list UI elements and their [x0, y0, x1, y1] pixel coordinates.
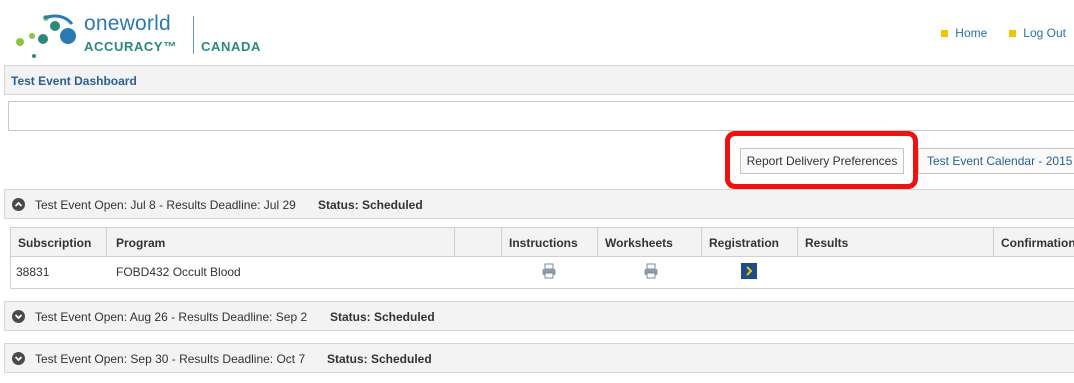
- col-results: Results: [805, 236, 849, 250]
- home-link-label: Home: [955, 26, 988, 40]
- logout-link-label: Log Out: [1023, 26, 1066, 40]
- test-event-row[interactable]: Test Event Open: Aug 26 - Results Deadli…: [4, 301, 1074, 331]
- logo-wordmark: oneworld: [84, 12, 171, 35]
- col-instructions: Instructions: [509, 236, 578, 250]
- logo-canada: CANADA: [201, 39, 261, 54]
- col-divider: [797, 228, 798, 257]
- event-dates: Test Event Open: Jul 8 - Results Deadlin…: [35, 198, 296, 212]
- status-badge: Status: Scheduled: [318, 198, 423, 212]
- program-name: FOBD432 Occult Blood: [116, 265, 241, 279]
- event-dates: Test Event Open: Sep 30 - Results Deadli…: [35, 352, 306, 366]
- message-box: [8, 101, 1074, 131]
- test-event-row[interactable]: Test Event Open: Sep 30 - Results Deadli…: [4, 343, 1074, 373]
- expand-toggle-icon[interactable]: [12, 310, 25, 323]
- event-dates: Test Event Open: Aug 26 - Results Deadli…: [35, 310, 308, 324]
- col-worksheets: Worksheets: [605, 236, 673, 250]
- bullet-icon: [941, 29, 949, 37]
- col-divider: [454, 228, 455, 257]
- home-link[interactable]: Home: [941, 26, 987, 40]
- top-nav: Home Log Out: [941, 26, 1066, 40]
- table-header: Subscription Program Instructions Worksh…: [11, 228, 1074, 257]
- oneworld-accuracy-logo[interactable]: oneworld ACCURACY™ CANADA: [10, 6, 280, 62]
- logo-divider: [193, 16, 194, 54]
- highlight-annotation: [725, 131, 918, 189]
- col-program: Program: [116, 236, 166, 250]
- subscription-table: Subscription Program Instructions Worksh…: [10, 227, 1074, 289]
- col-divider: [597, 228, 598, 257]
- printer-icon[interactable]: [541, 263, 557, 279]
- site-header: oneworld ACCURACY™ CANADA Home Log Out: [0, 0, 1074, 64]
- col-divider: [501, 228, 502, 257]
- subscription-id: 38831: [16, 265, 50, 279]
- col-divider: [106, 228, 107, 257]
- collapse-toggle-icon[interactable]: [12, 198, 25, 211]
- expand-toggle-icon[interactable]: [12, 352, 25, 365]
- logo-accuracy: ACCURACY™: [84, 39, 177, 54]
- status-badge: Status: Scheduled: [327, 352, 432, 366]
- col-subscription: Subscription: [18, 236, 92, 250]
- col-registration: Registration: [709, 236, 780, 250]
- bullet-icon: [1009, 29, 1017, 37]
- test-event-row[interactable]: Test Event Open: Jul 8 - Results Deadlin…: [4, 189, 1074, 219]
- printer-icon[interactable]: [643, 263, 659, 279]
- page-title: Test Event Dashboard: [4, 65, 1074, 95]
- col-divider: [701, 228, 702, 257]
- logout-link[interactable]: Log Out: [1009, 26, 1066, 40]
- status-badge: Status: Scheduled: [330, 310, 435, 324]
- col-confirmation: Confirmation: [1001, 236, 1074, 250]
- logo-dots-icon: [16, 14, 76, 58]
- chevron-right-icon: [746, 266, 753, 276]
- registration-button[interactable]: [741, 263, 757, 279]
- test-event-calendar-button[interactable]: Test Event Calendar - 2015: [918, 148, 1074, 174]
- col-divider: [993, 228, 994, 257]
